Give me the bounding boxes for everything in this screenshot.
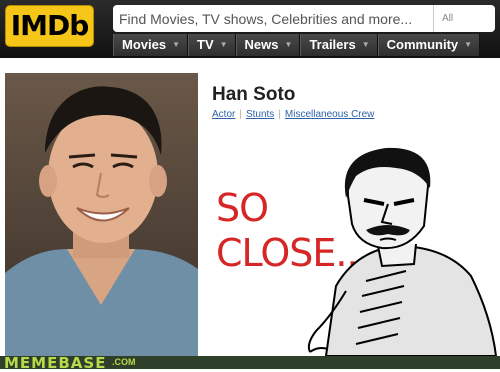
chevron-down-icon: ▼ [464, 40, 473, 49]
nav-item-label: News [244, 37, 279, 52]
profile-photo-image [5, 73, 198, 356]
nav-item-movies[interactable]: Movies ▼ [113, 34, 188, 56]
nav-item-label: Movies [122, 37, 167, 52]
nav-item-label: TV [197, 37, 214, 52]
separator: | [278, 109, 281, 120]
search-category-select[interactable]: All [433, 5, 495, 32]
role-link-stunts[interactable]: Stunts [246, 109, 274, 120]
nav-item-tv[interactable]: TV ▼ [188, 34, 236, 56]
imdb-logo[interactable]: IMDb [5, 5, 94, 47]
chevron-down-icon: ▼ [284, 40, 293, 49]
chevron-down-icon: ▼ [172, 40, 180, 49]
nav-item-label: Community [386, 37, 459, 52]
imdb-header: IMDb All Movies ▼ TV ▼ News ▼ Trailers ▼… [0, 0, 500, 58]
role-link-actor[interactable]: Actor [212, 109, 235, 120]
separator: | [239, 109, 242, 120]
profile-photo[interactable] [5, 73, 198, 356]
memebase-logo[interactable]: MEMEBASE [4, 354, 106, 372]
nav-item-label: Trailers [309, 37, 356, 52]
person-name: Han Soto [212, 84, 296, 105]
rage-face-illustration [307, 147, 498, 356]
search-input[interactable] [113, 5, 431, 32]
meme-caption-line1: SO [216, 186, 269, 230]
chevron-down-icon: ▼ [361, 40, 370, 49]
nav-item-community[interactable]: Community ▼ [377, 34, 481, 56]
search-bar: All [113, 5, 495, 32]
nav-item-trailers[interactable]: Trailers ▼ [300, 34, 378, 56]
profile-content: Han Soto Actor | Stunts | Miscellaneous Crew… [0, 58, 500, 356]
memebase-footer: MEMEBASE .COM [0, 354, 500, 372]
role-link-misc-crew[interactable]: Miscellaneous Crew [285, 109, 374, 120]
nav-item-news[interactable]: News ▼ [235, 34, 301, 56]
memebase-tld: .COM [112, 357, 136, 367]
main-nav: Movies ▼ TV ▼ News ▼ Trailers ▼ Communit… [113, 34, 481, 56]
chevron-down-icon: ▼ [219, 40, 228, 49]
role-links: Actor | Stunts | Miscellaneous Crew [212, 109, 374, 120]
